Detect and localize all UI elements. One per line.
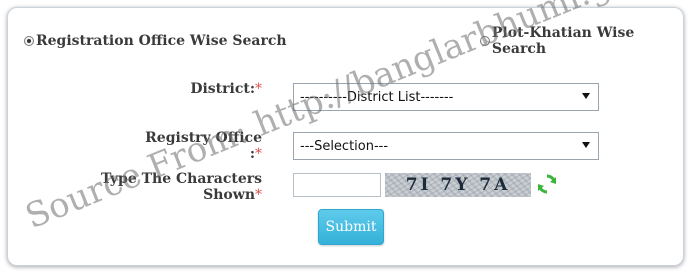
district-label-group: District:*	[150, 81, 262, 97]
district-label: District:	[190, 81, 255, 97]
chevron-down-icon	[582, 142, 590, 148]
registration-office-label: Registration Office Wise Search	[36, 33, 287, 49]
plot-khatian-label: Plot-Khatian Wise Search	[491, 25, 635, 57]
refresh-captcha-icon[interactable]	[536, 173, 558, 195]
plot-khatian-option[interactable]: Plot-Khatian Wise Search	[480, 25, 691, 57]
registry-required-mark: *	[255, 146, 262, 162]
chevron-down-icon	[582, 93, 590, 99]
district-required-mark: *	[255, 81, 262, 97]
district-select[interactable]: ----------District List-------	[293, 83, 599, 111]
registration-office-radio[interactable]	[24, 36, 34, 46]
registry-office-select[interactable]: ---Selection---	[293, 132, 599, 160]
captcha-label: Type The Characters Shown	[101, 171, 262, 203]
plot-khatian-radio[interactable]	[480, 36, 490, 46]
captcha-input[interactable]	[293, 173, 381, 197]
registry-label-group: Registry Office :*	[130, 130, 262, 162]
captcha-label-group: Type The Characters Shown*	[60, 171, 262, 203]
registry-office-label: Registry Office :	[145, 130, 262, 162]
captcha-text: 7I 7Y 7A	[405, 175, 511, 195]
registration-office-option[interactable]: Registration Office Wise Search	[24, 31, 287, 51]
registry-office-select-value: ---Selection---	[300, 138, 389, 154]
district-select-value: ----------District List-------	[300, 89, 454, 105]
captcha-image: 7I 7Y 7A	[385, 173, 531, 197]
submit-button[interactable]: Submit	[318, 209, 384, 245]
captcha-required-mark: *	[255, 187, 262, 203]
